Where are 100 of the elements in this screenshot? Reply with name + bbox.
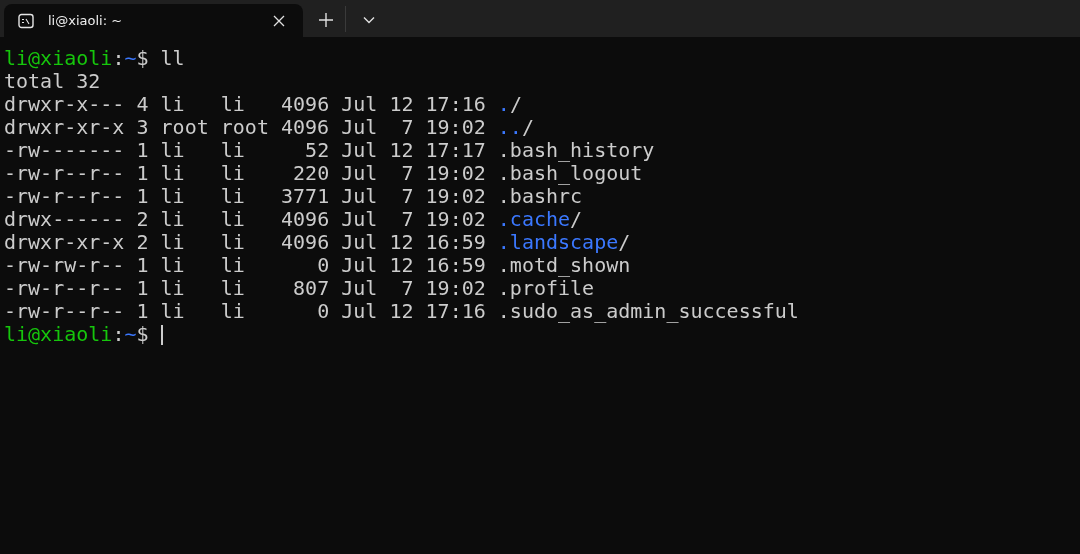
file-permissions: drwxr-xr-x [4,230,125,254]
file-size: 0 [317,253,330,277]
file-size: 0 [317,299,330,323]
file-size: 807 [293,276,330,300]
file-day: 12 [389,92,414,116]
file-permissions: -rw-r--r-- [4,299,125,323]
directory-name: .cache [497,207,571,231]
file-time: 17:16 [425,299,486,323]
directory-suffix: / [570,207,583,231]
file-time: 19:02 [425,207,486,231]
file-month: Jul [341,299,378,323]
file-month: Jul [341,253,378,277]
link-count: 2 [136,230,149,254]
file-time: 19:02 [425,161,486,185]
prompt-path: ~ [124,46,137,70]
command-text: ll [160,46,185,70]
file-time: 16:59 [425,253,486,277]
file-group: li [220,184,245,208]
link-count: 2 [136,207,149,231]
file-month: Jul [341,207,378,231]
file-day: 12 [389,138,414,162]
file-day: 7 [401,276,414,300]
file-day: 7 [401,115,414,139]
file-month: Jul [341,161,378,185]
file-permissions: -rw-rw-r-- [4,253,125,277]
file-owner: li [160,276,185,300]
file-size: 4096 [281,92,330,116]
prompt-path: ~ [124,322,137,346]
file-owner: li [160,253,185,277]
link-count: 1 [136,253,149,277]
file-permissions: -rw-r--r-- [4,161,125,185]
link-count: 4 [136,92,149,116]
file-group: li [220,299,245,323]
file-group: li [220,207,245,231]
prompt-separator: : [112,322,125,346]
tab-title: li@xiaoli: ~ [48,13,123,28]
file-group: root [220,115,269,139]
file-month: Jul [341,184,378,208]
file-group: li [220,161,245,185]
file-permissions: drwxr-xr-x [4,115,125,139]
prompt-user: li@xiaoli [4,322,113,346]
file-owner: li [160,230,185,254]
link-count: 1 [136,299,149,323]
file-name: .profile [497,276,595,300]
file-time: 17:17 [425,138,486,162]
file-day: 12 [389,299,414,323]
file-day: 7 [401,207,414,231]
file-month: Jul [341,230,378,254]
close-icon [273,14,285,27]
directory-name: .landscape [497,230,619,254]
file-group: li [220,253,245,277]
file-month: Jul [341,138,378,162]
file-size: 220 [293,161,330,185]
link-count: 1 [136,276,149,300]
file-day: 12 [389,230,414,254]
prompt-symbol: $ [136,46,149,70]
file-name: .sudo_as_admin_successful [497,299,799,323]
directory-name: .. [497,115,522,139]
terminal-icon [18,12,34,29]
chevron-down-icon [363,16,375,24]
file-owner: root [160,115,209,139]
file-day: 7 [401,184,414,208]
file-owner: li [160,184,185,208]
directory-suffix: / [618,230,631,254]
link-count: 1 [136,184,149,208]
file-owner: li [160,92,185,116]
file-month: Jul [341,276,378,300]
file-permissions: drwxr-x--- [4,92,125,116]
plus-icon [319,13,333,27]
file-permissions: drwx------ [4,207,125,231]
file-permissions: -rw-r--r-- [4,184,125,208]
directory-suffix: / [509,92,522,116]
link-count: 1 [136,161,149,185]
file-time: 19:02 [425,276,486,300]
file-time: 19:02 [425,184,486,208]
terminal-tab[interactable]: li@xiaoli: ~ [4,4,303,37]
link-count: 1 [136,138,149,162]
file-owner: li [160,161,185,185]
directory-suffix: / [521,115,534,139]
directory-name: . [497,92,510,116]
file-group: li [220,276,245,300]
file-group: li [220,92,245,116]
file-time: 19:02 [425,115,486,139]
file-owner: li [160,299,185,323]
link-count: 3 [136,115,149,139]
file-size: 4096 [281,230,330,254]
file-name: .bash_logout [497,161,643,185]
file-day: 12 [389,253,414,277]
file-size: 52 [305,138,330,162]
prompt-separator: : [112,46,125,70]
file-time: 17:16 [425,92,486,116]
file-month: Jul [341,92,378,116]
file-group: li [220,230,245,254]
output-text: total 32 [4,69,101,93]
file-day: 7 [401,161,414,185]
prompt-symbol: $ [136,322,149,346]
file-permissions: -rw-r--r-- [4,276,125,300]
prompt-user: li@xiaoli [4,46,113,70]
file-name: .bash_history [497,138,655,162]
file-group: li [220,138,245,162]
